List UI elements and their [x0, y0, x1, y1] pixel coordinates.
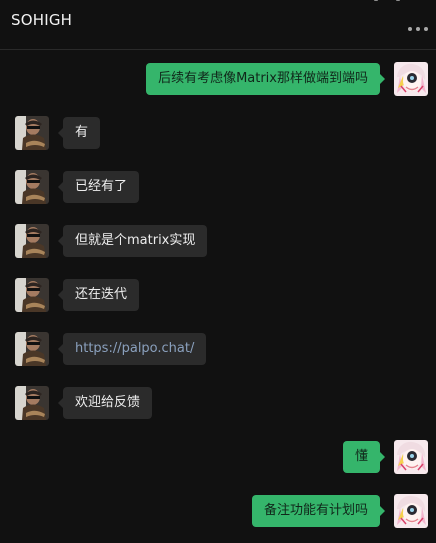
self-avatar[interactable] [394, 494, 428, 528]
message-row: 有 [0, 116, 436, 152]
contact-avatar[interactable] [15, 278, 49, 312]
self-avatar[interactable] [394, 440, 428, 474]
message-row: 还在迭代 [0, 278, 436, 314]
message-row: 懂 [0, 440, 436, 476]
chat-title: SOHIGH [11, 11, 73, 29]
incoming-message-bubble[interactable]: 欢迎给反馈 [57, 387, 153, 419]
message-row: 后续有考虑像Matrix那样做端到端吗 [0, 62, 436, 98]
incoming-message-bubble[interactable]: 但就是个matrix实现 [57, 225, 208, 257]
more-options-button[interactable] [408, 22, 432, 36]
chat-header: SOHIGH [0, 0, 436, 50]
contact-avatar[interactable] [15, 116, 49, 150]
chat-window: SOHIGH 后续有考虑像Matrix那样做端到端吗 有 已经有了 但就是个ma… [0, 0, 436, 543]
incoming-message-bubble[interactable]: 已经有了 [57, 171, 140, 203]
outgoing-message-bubble[interactable]: 备注功能有计划吗 [251, 495, 386, 527]
contact-avatar[interactable] [15, 170, 49, 204]
outgoing-message-bubble[interactable]: 懂 [342, 441, 386, 473]
message-list: 后续有考虑像Matrix那样做端到端吗 有 已经有了 但就是个matrix实现 … [0, 51, 436, 543]
top-edge-dots-icon [374, 0, 408, 4]
message-row: 但就是个matrix实现 [0, 224, 436, 260]
message-row: 备注功能有计划吗 [0, 494, 436, 530]
contact-avatar[interactable] [15, 386, 49, 420]
incoming-message-bubble[interactable]: 还在迭代 [57, 279, 140, 311]
incoming-message-bubble[interactable]: 有 [57, 117, 101, 149]
message-row: 已经有了 [0, 170, 436, 206]
self-avatar[interactable] [394, 62, 428, 96]
message-row: https://palpo.chat/ [0, 332, 436, 368]
contact-avatar[interactable] [15, 224, 49, 258]
message-row: 欢迎给反馈 [0, 386, 436, 422]
link-message-bubble[interactable]: https://palpo.chat/ [57, 333, 207, 365]
outgoing-message-bubble[interactable]: 后续有考虑像Matrix那样做端到端吗 [146, 63, 385, 95]
contact-avatar[interactable] [15, 332, 49, 366]
